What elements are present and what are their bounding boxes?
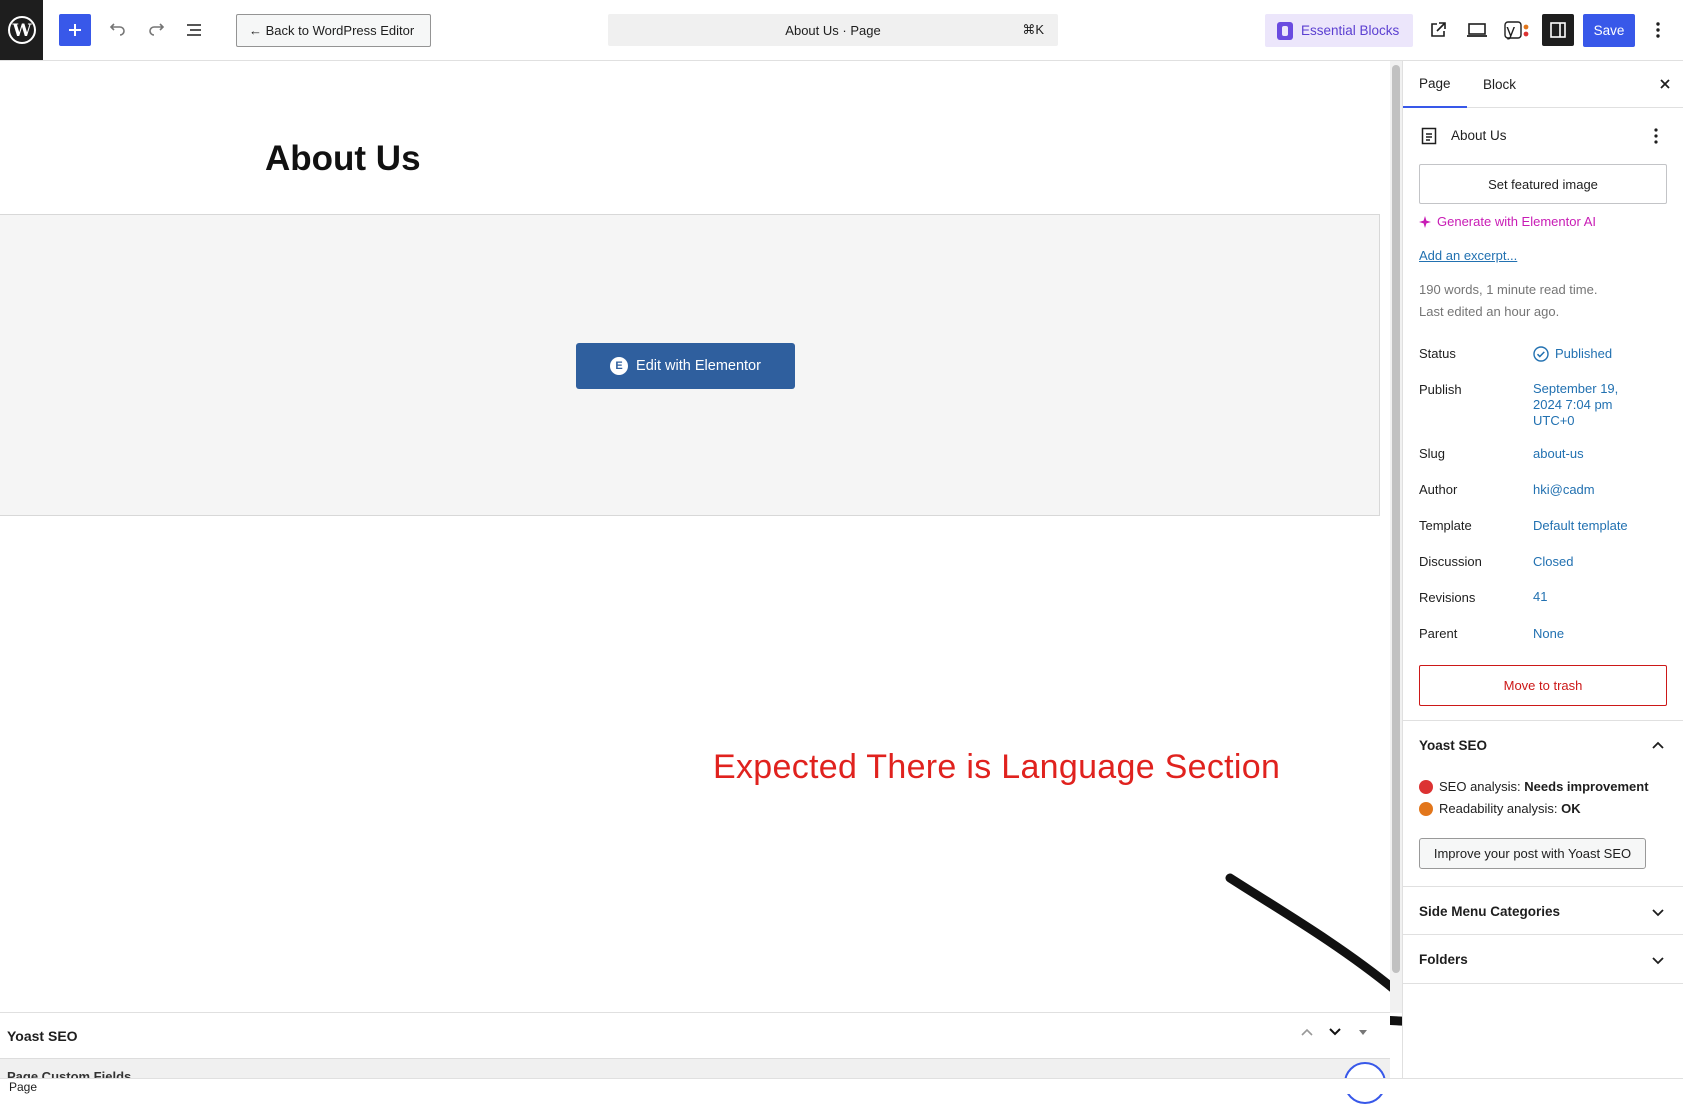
move-up-icon[interactable] bbox=[1300, 1025, 1314, 1039]
publish-label: Publish bbox=[1419, 382, 1462, 397]
divider bbox=[1403, 934, 1683, 935]
document-title: About Us bbox=[1451, 128, 1507, 143]
page-title[interactable]: About Us bbox=[265, 139, 421, 179]
seo-analysis-label: SEO analysis: bbox=[1439, 779, 1521, 794]
readability-row: Readability analysis: OK bbox=[1419, 801, 1581, 816]
template-value[interactable]: Default template bbox=[1533, 518, 1628, 534]
publish-date-value[interactable]: September 19, 2024 7:04 pm UTC+0 bbox=[1533, 381, 1633, 429]
editor-top-bar: W ← Back to WordPress Editor About Us · … bbox=[0, 0, 1683, 61]
edit-with-elementor-label: Edit with Elementor bbox=[636, 358, 761, 374]
svg-text:W: W bbox=[11, 21, 32, 41]
canvas-scrollbar[interactable] bbox=[1390, 61, 1402, 1013]
essential-blocks-label: Essential Blocks bbox=[1301, 23, 1400, 38]
parent-value[interactable]: None bbox=[1533, 626, 1564, 642]
move-to-trash-button[interactable]: Move to trash bbox=[1419, 665, 1667, 706]
sidebar-tabs: Page Block bbox=[1403, 61, 1683, 108]
editor-canvas: About Us E Edit with Elementor bbox=[0, 61, 1390, 1013]
discussion-value[interactable]: Closed bbox=[1533, 554, 1573, 570]
essential-blocks-icon bbox=[1277, 21, 1293, 40]
preview-device-icon[interactable] bbox=[1462, 16, 1492, 44]
revisions-label: Revisions bbox=[1419, 590, 1476, 605]
folders-title[interactable]: Folders bbox=[1419, 952, 1468, 967]
close-icon[interactable] bbox=[1658, 75, 1672, 96]
yoast-panel-title[interactable]: Yoast SEO bbox=[1419, 738, 1487, 753]
readability-value: OK bbox=[1561, 801, 1581, 816]
document-overview-icon[interactable] bbox=[180, 16, 208, 44]
view-page-icon[interactable] bbox=[1424, 16, 1452, 44]
options-menu-icon[interactable] bbox=[1646, 16, 1670, 44]
move-down-icon[interactable] bbox=[1328, 1025, 1342, 1039]
generate-ai-label: Generate with Elementor AI bbox=[1437, 214, 1596, 229]
essential-blocks-button[interactable]: Essential Blocks bbox=[1265, 14, 1413, 47]
page-custom-fields-title: Page Custom Fields bbox=[7, 1069, 132, 1078]
chevron-down-icon[interactable] bbox=[1651, 953, 1665, 967]
tab-page[interactable]: Page bbox=[1403, 61, 1467, 108]
wordpress-logo-icon[interactable]: W bbox=[0, 0, 43, 60]
toggle-panel-icon[interactable] bbox=[1356, 1025, 1370, 1039]
add-excerpt-link[interactable]: Add an excerpt... bbox=[1419, 248, 1517, 263]
back-to-editor-button[interactable]: ← Back to WordPress Editor bbox=[236, 14, 431, 47]
command-palette-bar[interactable]: About Us · Page ⌘K bbox=[608, 14, 1058, 46]
side-menu-categories-title[interactable]: Side Menu Categories bbox=[1419, 904, 1560, 919]
svg-text:y: y bbox=[1506, 21, 1515, 40]
settings-sidebar: Page Block About Us Set featured image G… bbox=[1402, 61, 1683, 1078]
chevron-up-icon[interactable] bbox=[1651, 739, 1665, 753]
page-custom-fields-meta-box[interactable]: Page Custom Fields bbox=[0, 1058, 1390, 1078]
elementor-placeholder: E Edit with Elementor bbox=[0, 214, 1380, 516]
tab-block[interactable]: Block bbox=[1467, 61, 1532, 108]
author-label: Author bbox=[1419, 482, 1458, 497]
divider bbox=[1403, 886, 1683, 887]
annotation-text: Expected There is Language Section bbox=[713, 748, 1281, 786]
template-label: Template bbox=[1419, 518, 1472, 533]
slug-value[interactable]: about-us bbox=[1533, 446, 1584, 462]
command-title: About Us · Page bbox=[785, 22, 881, 38]
word-count: 190 words, 1 minute read time. bbox=[1419, 282, 1598, 297]
sparkle-icon bbox=[1419, 215, 1431, 228]
status-label: Status bbox=[1419, 346, 1456, 361]
document-actions-icon[interactable] bbox=[1653, 127, 1659, 145]
last-edited: Last edited an hour ago. bbox=[1419, 304, 1560, 319]
save-button[interactable]: Save bbox=[1583, 14, 1635, 47]
footer-breadcrumb[interactable]: Page bbox=[0, 1078, 1683, 1094]
readability-label: Readability analysis: bbox=[1439, 801, 1558, 816]
set-featured-image-button[interactable]: Set featured image bbox=[1419, 164, 1667, 204]
improve-with-yoast-button[interactable]: Improve your post with Yoast SEO bbox=[1419, 838, 1646, 869]
seo-analysis-value: Needs improvement bbox=[1524, 779, 1649, 794]
page-document-icon bbox=[1421, 127, 1437, 145]
revisions-value[interactable]: 41 bbox=[1533, 589, 1547, 605]
readability-status-dot-icon bbox=[1419, 802, 1433, 816]
yoast-icon[interactable]: y bbox=[1502, 16, 1532, 44]
parent-label: Parent bbox=[1419, 626, 1458, 641]
undo-icon[interactable] bbox=[104, 16, 132, 44]
redo-icon[interactable] bbox=[142, 16, 170, 44]
generate-with-elementor-ai-link[interactable]: Generate with Elementor AI bbox=[1419, 214, 1596, 229]
edit-with-elementor-button[interactable]: E Edit with Elementor bbox=[576, 343, 795, 389]
discussion-label: Discussion bbox=[1419, 554, 1482, 569]
chevron-down-icon[interactable] bbox=[1651, 905, 1665, 919]
seo-analysis-row: SEO analysis: Needs improvement bbox=[1419, 779, 1649, 794]
yoast-meta-box-title: Yoast SEO bbox=[7, 1027, 78, 1044]
slug-label: Slug bbox=[1419, 446, 1446, 461]
scrollbar-thumb[interactable] bbox=[1392, 65, 1400, 973]
settings-sidebar-icon[interactable] bbox=[1542, 14, 1574, 46]
divider bbox=[1403, 720, 1683, 721]
elementor-icon: E bbox=[610, 357, 629, 375]
published-check-icon bbox=[1533, 346, 1549, 362]
author-value[interactable]: hki@cadm bbox=[1533, 482, 1595, 498]
seo-status-dot-icon bbox=[1419, 780, 1433, 794]
command-shortcut: ⌘K bbox=[1022, 22, 1044, 37]
yoast-meta-box-header[interactable]: Yoast SEO bbox=[0, 1012, 1390, 1058]
status-value-text: Published bbox=[1555, 346, 1613, 361]
divider bbox=[1403, 983, 1683, 984]
add-block-icon[interactable] bbox=[59, 14, 91, 46]
status-value[interactable]: Published bbox=[1533, 346, 1612, 362]
